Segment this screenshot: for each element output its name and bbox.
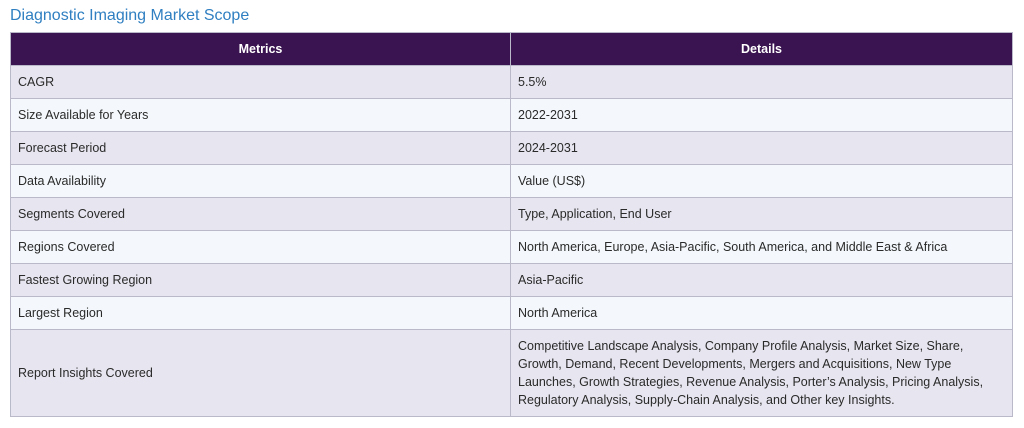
detail-cell: Asia-Pacific [510,263,1013,297]
table-row: Regions Covered North America, Europe, A… [10,230,1013,264]
table-row: CAGR 5.5% [10,65,1013,99]
table-row: Size Available for Years 2022-2031 [10,98,1013,132]
table-row: Report Insights Covered Competitive Land… [10,329,1013,417]
detail-cell: Type, Application, End User [510,197,1013,231]
table-row: Data Availability Value (US$) [10,164,1013,198]
header-metrics: Metrics [10,32,511,66]
metric-cell: CAGR [10,65,511,99]
detail-cell: 2022-2031 [510,98,1013,132]
metric-cell: Regions Covered [10,230,511,264]
header-details: Details [510,32,1013,66]
detail-cell: North America [510,296,1013,330]
metric-cell: Largest Region [10,296,511,330]
metric-cell: Report Insights Covered [10,329,511,417]
metric-cell: Fastest Growing Region [10,263,511,297]
table-row: Forecast Period 2024-2031 [10,131,1013,165]
table-row: Segments Covered Type, Application, End … [10,197,1013,231]
detail-cell: Value (US$) [510,164,1013,198]
detail-cell: 2024-2031 [510,131,1013,165]
page-title: Diagnostic Imaging Market Scope [10,7,250,24]
metric-cell: Segments Covered [10,197,511,231]
market-scope-table: Metrics Details CAGR 5.5% Size Available… [10,32,1013,417]
detail-cell: Competitive Landscape Analysis, Company … [510,329,1013,417]
detail-cell: North America, Europe, Asia-Pacific, Sou… [510,230,1013,264]
table-row: Fastest Growing Region Asia-Pacific [10,263,1013,297]
metric-cell: Forecast Period [10,131,511,165]
table-row: Largest Region North America [10,296,1013,330]
metric-cell: Size Available for Years [10,98,511,132]
table-header-row: Metrics Details [10,32,1013,66]
metric-cell: Data Availability [10,164,511,198]
detail-cell: 5.5% [510,65,1013,99]
